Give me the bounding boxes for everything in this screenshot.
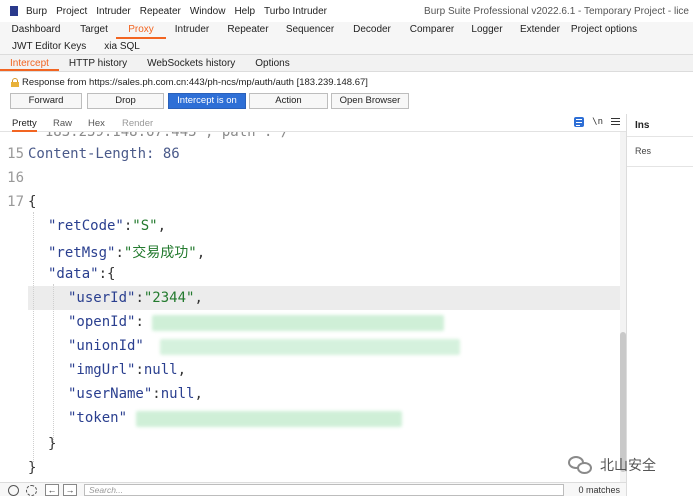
menu-burp[interactable]: Burp <box>26 6 47 17</box>
line-number: 15 <box>7 146 24 162</box>
indent-guide <box>53 284 54 442</box>
drop-button[interactable]: Drop <box>87 93 164 109</box>
tab-intruder[interactable]: Intruder <box>166 22 218 39</box>
json-line-openid: "openId": <box>68 314 144 330</box>
tab-comparer[interactable]: Comparer <box>402 22 462 39</box>
menu-intruder[interactable]: Intruder <box>96 6 130 17</box>
tab-project-options[interactable]: Project options <box>568 22 640 39</box>
json-open-brace: { <box>28 194 37 210</box>
menu-turbo-intruder[interactable]: Turbo Intruder <box>264 6 327 17</box>
watermark: 北山安全 <box>566 452 656 478</box>
divider <box>627 166 693 167</box>
redacted-value <box>152 315 444 331</box>
tab-pretty[interactable]: Pretty <box>12 118 37 132</box>
line-number: 17 <box>7 194 24 210</box>
tab-proxy[interactable]: Proxy <box>116 22 166 39</box>
tab-xia-sql[interactable]: xia SQL <box>86 39 140 54</box>
tab-jwt-editor-keys[interactable]: JWT Editor Keys <box>0 39 86 54</box>
burp-logo-icon <box>10 6 18 16</box>
intercept-toggle-button[interactable]: Intercept is on <box>168 93 246 109</box>
json-line-retmsg: "retMsg":"交易成功", <box>48 245 206 261</box>
action-button[interactable]: Action <box>249 93 328 109</box>
redacted-value <box>160 339 460 355</box>
help-icon[interactable] <box>8 485 19 496</box>
match-count: 0 matches <box>578 485 620 495</box>
tab-sequencer[interactable]: Sequencer <box>278 22 342 39</box>
json-line-retcode: "retCode":"S", <box>48 218 167 234</box>
tab-websockets-history[interactable]: WebSockets history <box>137 55 245 71</box>
code-line-cut: 183.239.148.67:443", path": / <box>28 132 290 140</box>
line-number: 16 <box>7 170 24 186</box>
tab-hex[interactable]: Hex <box>88 118 105 129</box>
json-line-unionid: "unionId" <box>68 338 144 354</box>
open-browser-button[interactable]: Open Browser <box>331 93 409 109</box>
response-body-editor[interactable]: 183.239.148.67:443", path": / 15 Content… <box>0 132 620 482</box>
wechat-logo-icon <box>566 454 594 476</box>
json-line-data: "data":{ <box>48 266 116 282</box>
inspector-title: Ins <box>635 120 650 131</box>
response-info-text: Response from https://sales.ph.com.cn:44… <box>22 76 368 88</box>
redacted-value <box>136 411 402 427</box>
tab-logger[interactable]: Logger <box>462 22 512 39</box>
editor-toolbar: \n <box>574 117 620 127</box>
message-editor-tabs: Pretty Raw Hex Render \n <box>0 114 626 132</box>
tab-intercept[interactable]: Intercept <box>0 55 59 71</box>
menu-help[interactable]: Help <box>234 6 255 17</box>
menu-project[interactable]: Project <box>56 6 87 17</box>
watermark-text: 北山安全 <box>600 457 656 473</box>
indent-guide <box>33 212 34 462</box>
wrap-lines-icon[interactable] <box>574 117 585 127</box>
json-line-username: "userName":null, <box>68 386 203 402</box>
menu-window[interactable]: Window <box>190 6 226 17</box>
window-title: Burp Suite Professional v2022.6.1 - Temp… <box>424 6 689 17</box>
forward-button[interactable]: Forward <box>10 93 82 109</box>
gear-icon[interactable] <box>26 485 37 496</box>
json-inner-close: } <box>48 436 57 452</box>
show-newlines-icon[interactable]: \n <box>592 117 603 127</box>
previous-match-button[interactable]: ← <box>45 484 59 496</box>
next-match-button[interactable]: → <box>63 484 77 496</box>
tab-decoder[interactable]: Decoder <box>342 22 402 39</box>
scrollbar-thumb[interactable] <box>620 332 626 472</box>
tab-repeater[interactable]: Repeater <box>218 22 278 39</box>
json-line-token: "token" <box>68 410 128 426</box>
tool-tabs-row2: JWT Editor Keys xia SQL <box>0 39 693 55</box>
menu-bar: Burp Project Intruder Repeater Window He… <box>0 0 693 22</box>
json-line-userid: "userId":"2344", <box>68 290 203 306</box>
response-info-bar: Response from https://sales.ph.com.cn:44… <box>0 74 693 90</box>
search-bar: ← → 0 matches <box>0 482 626 496</box>
tab-http-history[interactable]: HTTP history <box>59 55 137 71</box>
tab-raw[interactable]: Raw <box>53 118 72 129</box>
menu-repeater[interactable]: Repeater <box>140 6 181 17</box>
inspector-panel: Ins Res <box>626 114 693 496</box>
intercept-actions: Forward Drop Intercept is on Action Open… <box>0 93 693 109</box>
json-line-imgurl: "imgUrl":null, <box>68 362 187 378</box>
tab-extender[interactable]: Extender <box>512 22 568 39</box>
inspector-section-label[interactable]: Res <box>635 146 651 156</box>
lock-icon <box>11 77 19 87</box>
tab-options[interactable]: Options <box>245 55 299 71</box>
tab-target[interactable]: Target <box>72 22 116 39</box>
hamburger-menu-icon[interactable] <box>611 118 620 126</box>
json-outer-close: } <box>28 460 37 476</box>
divider <box>627 136 693 137</box>
search-input[interactable] <box>84 484 564 496</box>
proxy-sub-tabs: Intercept HTTP history WebSockets histor… <box>0 55 693 72</box>
tool-tabs: Dashboard Target Proxy Intruder Repeater… <box>0 22 693 39</box>
header-content-length: Content-Length: 86 <box>28 146 180 162</box>
vertical-scrollbar[interactable] <box>620 132 626 482</box>
tab-render[interactable]: Render <box>122 118 153 129</box>
tab-dashboard[interactable]: Dashboard <box>0 22 72 39</box>
